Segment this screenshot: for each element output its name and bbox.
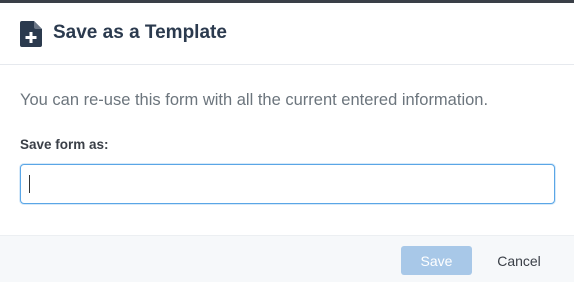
document-add-icon [20, 21, 42, 47]
text-caret [29, 175, 30, 193]
template-name-input[interactable] [20, 164, 555, 204]
cancel-button[interactable]: Cancel [484, 246, 554, 275]
dialog-description: You can re-use this form with all the cu… [20, 91, 489, 109]
template-name-label: Save form as: [20, 137, 109, 152]
save-template-dialog: Save as a Template You can re-use this f… [0, 0, 574, 282]
save-button[interactable]: Save [401, 246, 472, 275]
dialog-header: Save as a Template [0, 3, 574, 65]
dialog-footer: Save Cancel [0, 235, 574, 282]
dialog-title: Save as a Template [53, 22, 227, 43]
